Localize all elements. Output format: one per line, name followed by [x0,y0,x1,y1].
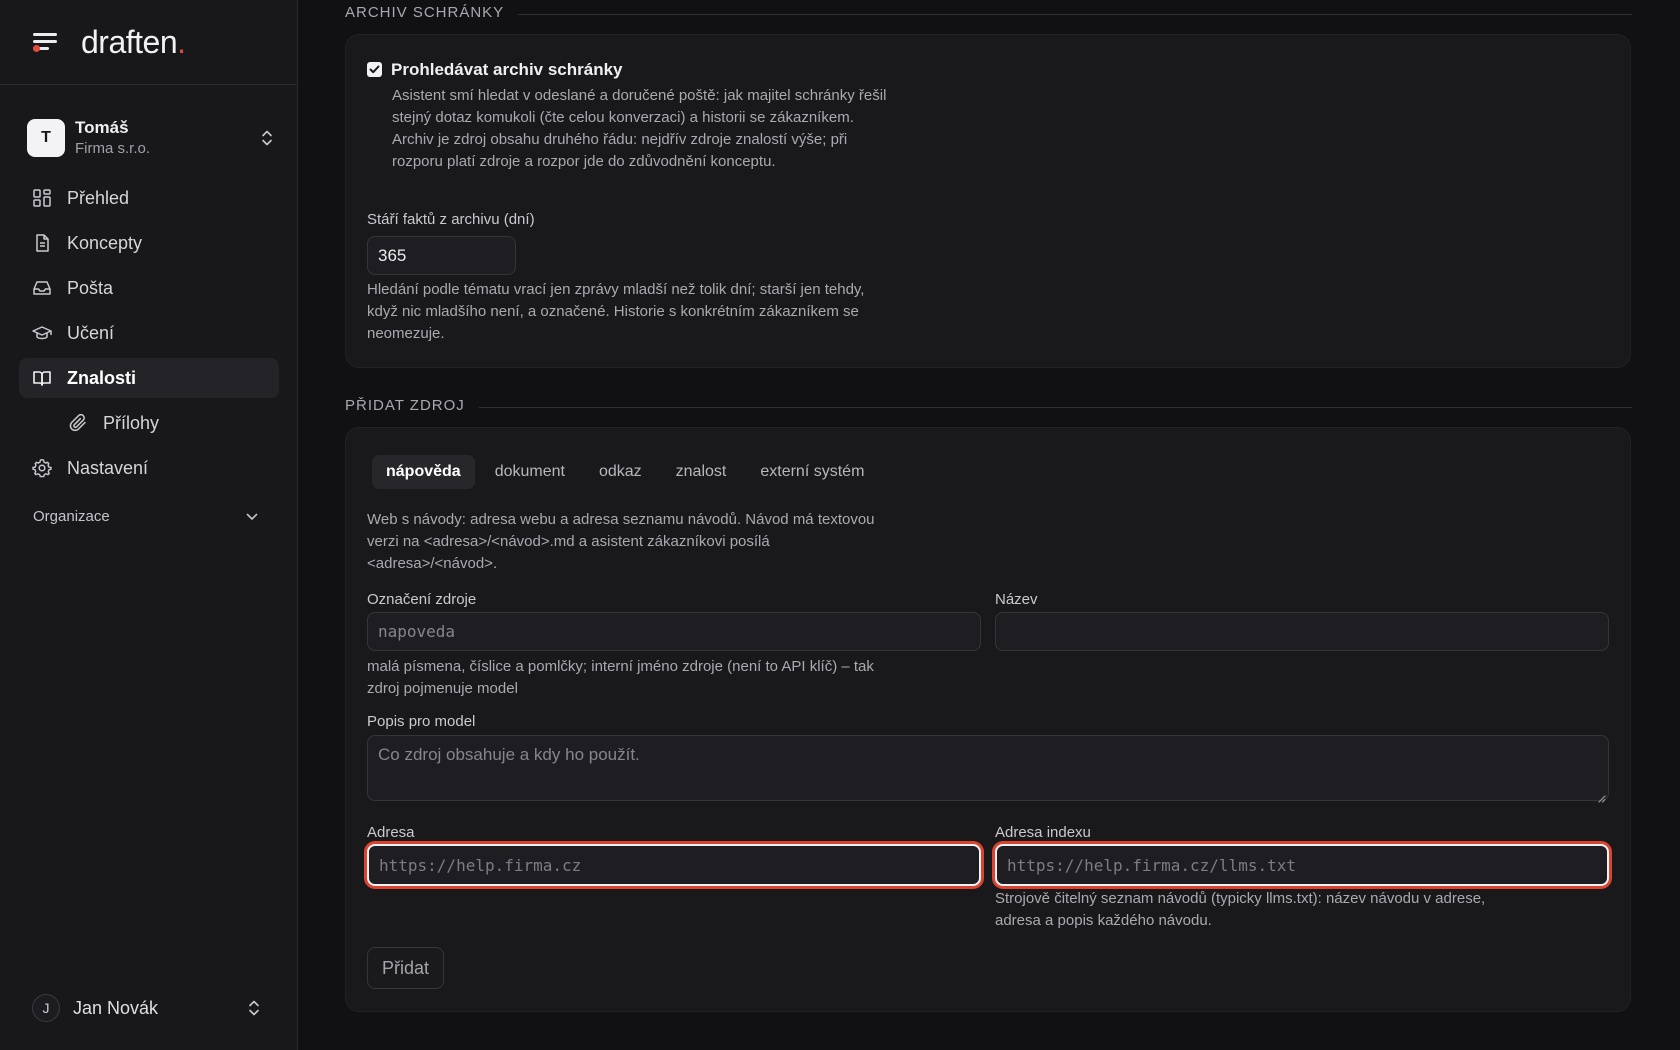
source-type-tabs: nápověda dokument odkaz znalost externí … [372,455,884,489]
organization-label: Organizace [33,508,110,525]
nav-label: Pošta [67,277,114,298]
archive-checkbox-description: Asistent smí hledat v odeslané a doručen… [392,87,887,170]
nav-label: Učení [67,322,115,343]
chevrons-up-down-icon [247,999,261,1017]
tab-externi-system[interactable]: externí systém [746,455,878,489]
source-name-input[interactable] [995,612,1609,651]
source-description-label: Popis pro model [367,713,476,730]
archive-checkbox[interactable] [367,62,382,77]
document-icon [32,233,52,253]
nav-item-prehled[interactable]: Přehled [19,178,279,218]
nav-item-koncepty[interactable]: Koncepty [19,223,279,263]
nav-label: Přílohy [103,412,160,433]
source-url-label: Adresa [367,824,415,841]
main-nav: Přehled Koncepty Pošta Učení Znalosti Př… [19,178,279,493]
resize-handle-icon[interactable] [1596,788,1606,803]
nav-label: Koncepty [67,232,143,253]
archive-age-input[interactable]: 365 [367,236,516,275]
user-avatar: J [32,994,60,1022]
tab-napoveda[interactable]: nápověda [372,455,475,489]
section-title-archive: ARCHIV SCHRÁNKY [345,4,1632,21]
nav-label: Znalosti [67,367,137,388]
source-index-input[interactable]: https://help.firma.cz/llms.txt [995,844,1609,886]
menu-icon[interactable] [33,31,59,53]
paperclip-icon [69,413,89,433]
chevron-down-icon [246,508,258,525]
source-name-label: Název [995,591,1038,608]
source-index-help: Strojově čitelný seznam návodů (typicky … [995,890,1486,929]
chevrons-up-down-icon [260,129,274,147]
archive-age-help: Hledání podle tématu vrací jen zprávy ml… [367,281,865,342]
source-index-label: Adresa indexu [995,824,1091,841]
main-content: ARCHIV SCHRÁNKY Prohledávat archiv schrá… [298,0,1680,1050]
source-id-help: malá písmena, číslice a pomlčky; interní… [367,658,874,697]
nav-label: Nastavení [67,457,149,478]
section-title-add-source: PŘIDAT ZDROJ [345,397,1632,414]
source-description-placeholder: Co zdroj obsahuje a kdy ho použít. [378,745,640,764]
source-id-label: Označení zdroje [367,591,477,608]
user-menu[interactable]: J Jan Novák [32,993,262,1023]
archive-age-label: Stáří faktů z archivu (dní) [367,211,535,228]
account-company: Firma s.r.o. [75,140,151,157]
nav-label: Přehled [67,187,130,208]
nav-item-nastaveni[interactable]: Nastavení [19,448,279,488]
source-url-input[interactable]: https://help.firma.cz [367,844,981,886]
nav-item-posta[interactable]: Pošta [19,268,279,308]
sidebar: draften. T Tomáš Firma s.r.o. Přehled Ko… [0,0,298,1050]
dashboard-grid-icon [32,188,52,208]
brand-header: draften. [0,0,297,85]
nav-item-prilohy[interactable]: Přílohy [19,403,279,443]
user-name: Jan Novák [73,997,159,1018]
tab-dokument[interactable]: dokument [481,455,579,489]
tab-odkaz[interactable]: odkaz [585,455,656,489]
gear-icon [32,458,52,478]
account-switcher[interactable]: T Tomáš Firma s.r.o. [27,114,275,162]
inbox-tray-icon [32,278,52,298]
account-avatar: T [27,119,65,157]
source-id-input[interactable]: napoveda [367,612,981,651]
add-source-button[interactable]: Přidat [367,947,445,989]
tab-znalost[interactable]: znalost [662,455,741,489]
archive-card: Prohledávat archiv schránky Asistent smí… [345,34,1631,368]
graduation-cap-icon [32,323,52,343]
open-book-icon [32,368,52,388]
archive-checkbox-row[interactable]: Prohledávat archiv schránky [367,60,623,80]
source-description-textarea[interactable]: Co zdroj obsahuje a kdy ho použít. [367,735,1609,803]
nav-item-uceni[interactable]: Učení [19,313,279,353]
add-source-card: nápověda dokument odkaz znalost externí … [345,427,1631,1012]
source-intro: Web s návody: adresa webu a adresa sezna… [367,511,875,572]
archive-checkbox-label: Prohledávat archiv schránky [391,60,623,79]
nav-item-znalosti[interactable]: Znalosti [19,358,279,398]
account-name: Tomáš [75,118,129,137]
logo: draften. [81,23,186,60]
organization-toggle[interactable]: Organizace [33,508,263,525]
